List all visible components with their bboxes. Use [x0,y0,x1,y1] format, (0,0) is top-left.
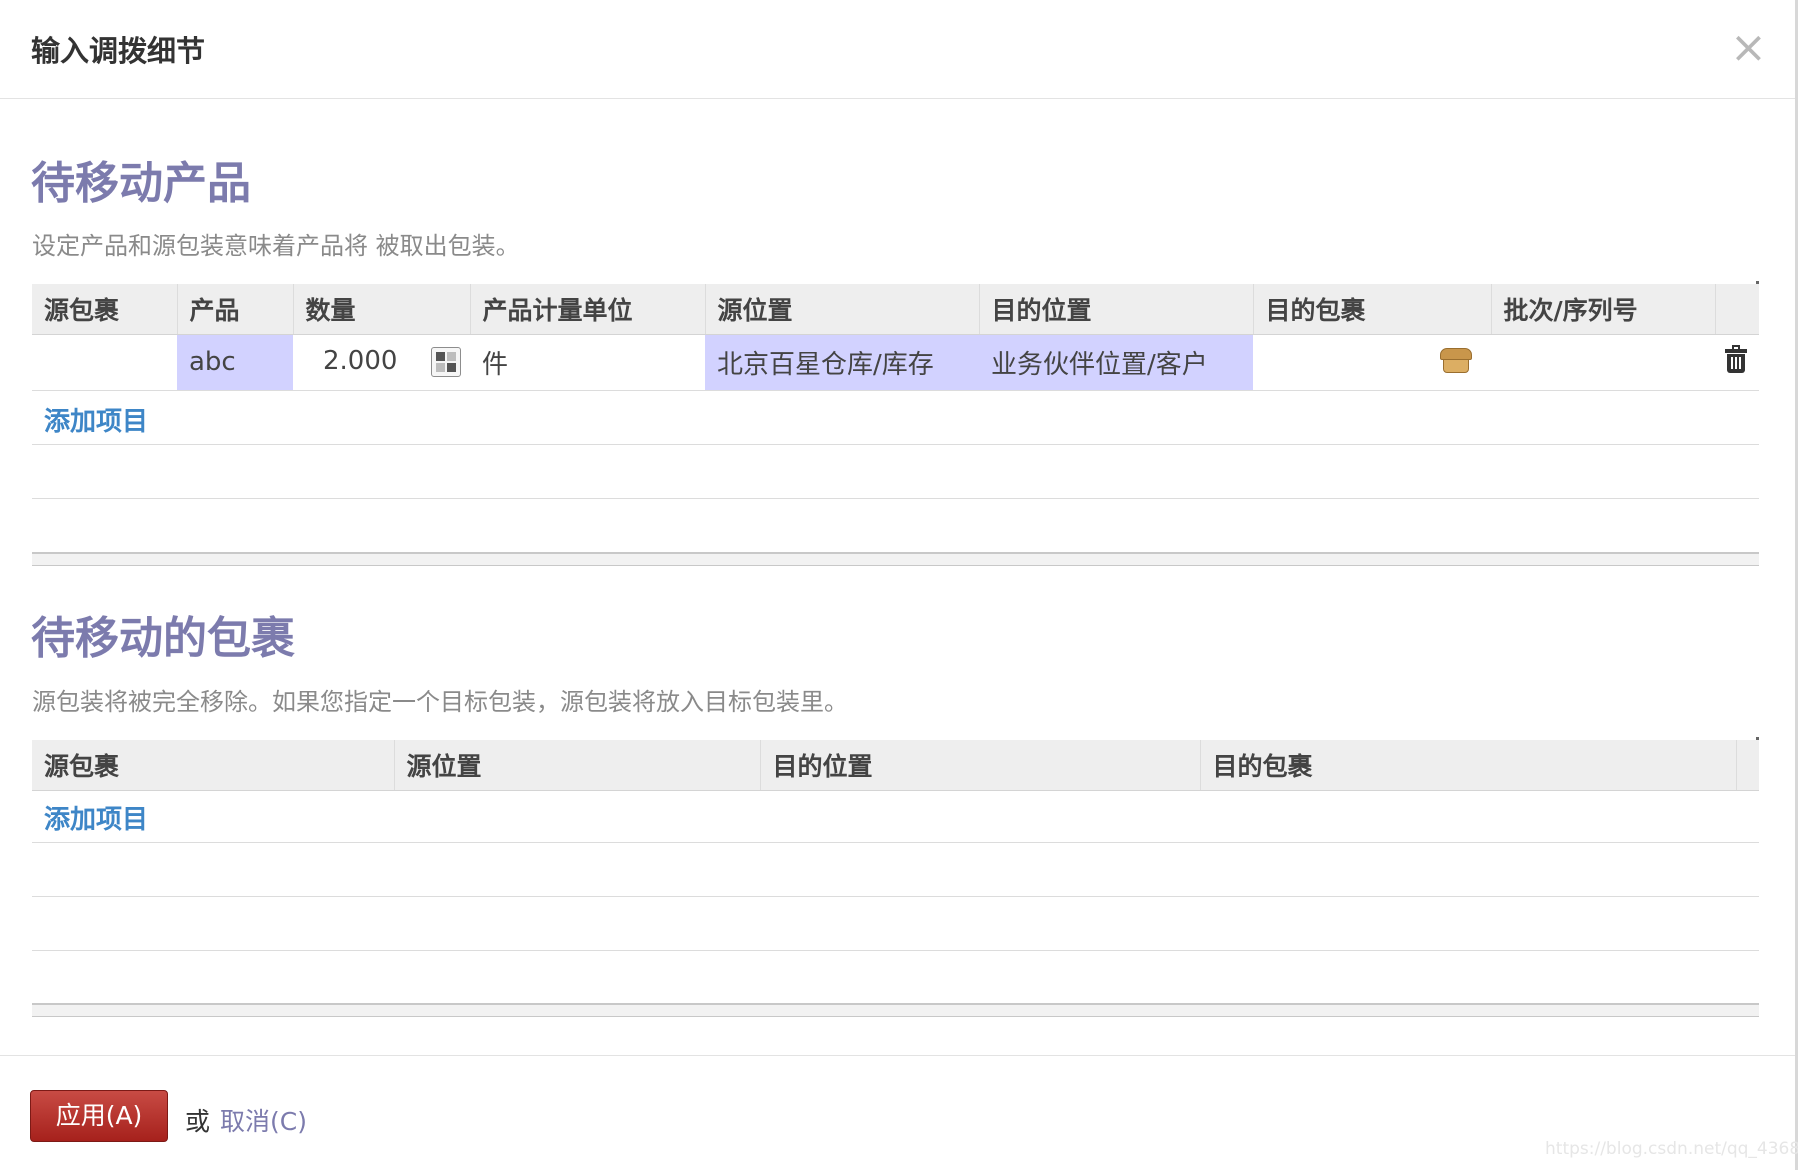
products-add-row: 添加项目 [32,391,1759,445]
close-icon[interactable]: × [1730,26,1767,70]
empty-row [32,499,1759,553]
packages-table: 源包裹 源位置 目的位置 目的包裹 [32,740,1759,791]
col-dest-location[interactable]: 目的位置 [978,284,1253,335]
packages-table-footer [32,1003,1759,1017]
cell-product[interactable]: abc [177,334,293,391]
cell-source-location[interactable]: 北京百星仓库/库存 [705,334,979,391]
add-package-item-link[interactable]: 添加项目 [44,799,148,836]
transfer-details-dialog: 输入调拨细节 × 待移动产品 设定产品和源包装意味着产品将 被取出包装。 源包裹… [0,0,1798,1170]
col-dest-package[interactable]: 目的包裹 [1199,740,1736,791]
products-section-help: 设定产品和源包装意味着产品将 被取出包装。 [32,232,520,260]
cell-uom[interactable]: 件 [470,334,705,391]
cell-lot-serial[interactable] [1491,334,1715,391]
col-source-location[interactable]: 源位置 [393,740,760,791]
or-text: 或 [185,1107,211,1136]
empty-row [32,951,1759,1005]
col-source-location[interactable]: 源位置 [704,284,979,335]
products-table: 源包裹 产品 数量 产品计量单位 源位置 目的位置 目的包裹 批次/序列号 ab… [32,284,1759,391]
quantity-value[interactable]: 2.000 [323,346,397,376]
col-actions [1714,284,1759,335]
cancel-link[interactable]: 取消(C) [220,1102,307,1138]
col-source-package[interactable]: 源包裹 [32,284,177,335]
dialog-footer: 应用(A) 或 取消(C) [0,1055,1795,1170]
products-table-header: 源包裹 产品 数量 产品计量单位 源位置 目的位置 目的包裹 批次/序列号 [32,284,1759,335]
cell-quantity[interactable]: 2.000 [293,334,470,391]
cell-delete[interactable] [1715,334,1759,391]
products-table-footer [32,552,1759,566]
add-product-item-link[interactable]: 添加项目 [44,401,148,438]
package-icon[interactable] [1440,347,1472,374]
products-section-title: 待移动产品 [31,158,251,209]
dialog-header: 输入调拨细节 × [0,0,1795,99]
col-actions [1735,740,1759,791]
trash-icon[interactable] [1725,344,1747,373]
dialog-title: 输入调拨细节 [31,34,206,68]
col-product[interactable]: 产品 [176,284,293,335]
col-lot-serial[interactable]: 批次/序列号 [1490,284,1715,335]
packages-table-header: 源包裹 源位置 目的位置 目的包裹 [32,740,1759,791]
packages-add-row: 添加项目 [32,789,1759,843]
cell-dest-package[interactable] [1253,334,1491,391]
empty-row [32,897,1759,951]
cell-source-package[interactable] [32,334,177,391]
empty-row [32,445,1759,499]
empty-row [32,843,1759,897]
col-dest-location[interactable]: 目的位置 [759,740,1200,791]
cell-dest-location[interactable]: 业务伙伴位置/客户 [979,334,1253,391]
col-quantity[interactable]: 数量 [292,284,470,335]
calculator-icon[interactable] [431,347,461,377]
col-dest-package[interactable]: 目的包裹 [1252,284,1491,335]
apply-button[interactable]: 应用(A) [30,1090,168,1142]
packages-section-title: 待移动的包裹 [31,613,295,664]
col-source-package[interactable]: 源包裹 [32,740,394,791]
col-uom[interactable]: 产品计量单位 [469,284,705,335]
watermark: https://blog.csdn.net/qq_43686050 [1545,1139,1798,1159]
packages-section-help: 源包装将被完全移除。如果您指定一个目标包装，源包装将放入目标包装里。 [32,688,848,716]
table-row[interactable]: abc 2.000 件 北京百星仓库/库存 业务伙伴位置/客户 [32,334,1759,391]
